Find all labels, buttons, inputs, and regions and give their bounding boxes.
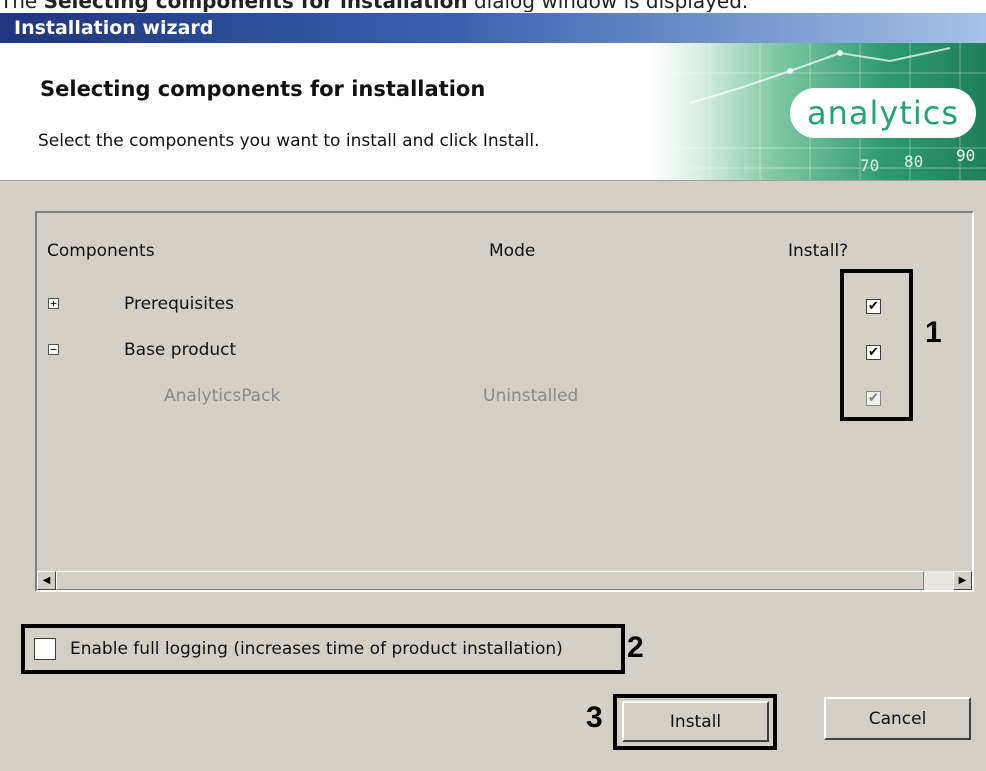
horizontal-scrollbar[interactable]: ◀ ▶: [37, 571, 972, 590]
page-subtitle: Select the components you want to instal…: [38, 131, 540, 151]
components-panel: Components Mode Install? + Prerequisites…: [35, 211, 974, 592]
banner-number-1: 70: [860, 156, 879, 175]
component-row-analyticspack[interactable]: AnalyticsPack Uninstalled ✔: [37, 380, 972, 420]
column-header-install: Install?: [788, 241, 849, 261]
scroll-left-icon[interactable]: ◀: [37, 571, 56, 590]
component-name: AnalyticsPack: [164, 386, 281, 406]
annotation-number-1: 1: [925, 316, 942, 349]
caption-suffix: dialog window is displayed.: [467, 0, 749, 12]
column-header-mode: Mode: [489, 241, 536, 261]
installation-wizard-window: Installation wizard Selecting components…: [0, 13, 986, 771]
collapse-icon[interactable]: −: [48, 344, 59, 355]
expand-icon[interactable]: +: [48, 298, 59, 309]
enable-logging-checkbox[interactable]: [34, 638, 56, 660]
scroll-right-icon[interactable]: ▶: [953, 571, 972, 590]
enable-logging-label[interactable]: Enable full logging (increases time of p…: [70, 639, 563, 659]
column-header-components: Components: [47, 241, 155, 261]
page-caption: The Selecting components for installatio…: [0, 0, 986, 12]
component-mode: Uninstalled: [483, 386, 579, 406]
banner-number-3: 90: [956, 146, 975, 165]
window-title: Installation wizard: [0, 13, 986, 43]
component-name: Base product: [124, 340, 237, 360]
component-row-prerequisites[interactable]: + Prerequisites ✔: [37, 288, 972, 328]
wizard-header: Selecting components for installation Se…: [0, 43, 986, 181]
cancel-button[interactable]: Cancel: [824, 697, 971, 740]
install-button[interactable]: Install: [622, 701, 769, 742]
logging-option[interactable]: Enable full logging (increases time of p…: [28, 631, 563, 667]
banner-number-2: 80: [904, 152, 923, 171]
page-title: Selecting components for installation: [40, 77, 486, 101]
caption-bold: Selecting components for installation: [43, 0, 468, 12]
caption-prefix: The: [0, 0, 44, 12]
annotation-number-3: 3: [586, 701, 603, 734]
analytics-banner: 70 80 90 analytics: [650, 43, 986, 180]
annotation-number-2: 2: [627, 631, 644, 664]
component-row-base-product[interactable]: − Base product ✔: [37, 334, 972, 374]
component-name: Prerequisites: [124, 294, 234, 314]
scrollbar-thumb[interactable]: [56, 571, 924, 590]
annotation-box-1: [840, 269, 913, 421]
analytics-logo: analytics: [790, 88, 976, 138]
